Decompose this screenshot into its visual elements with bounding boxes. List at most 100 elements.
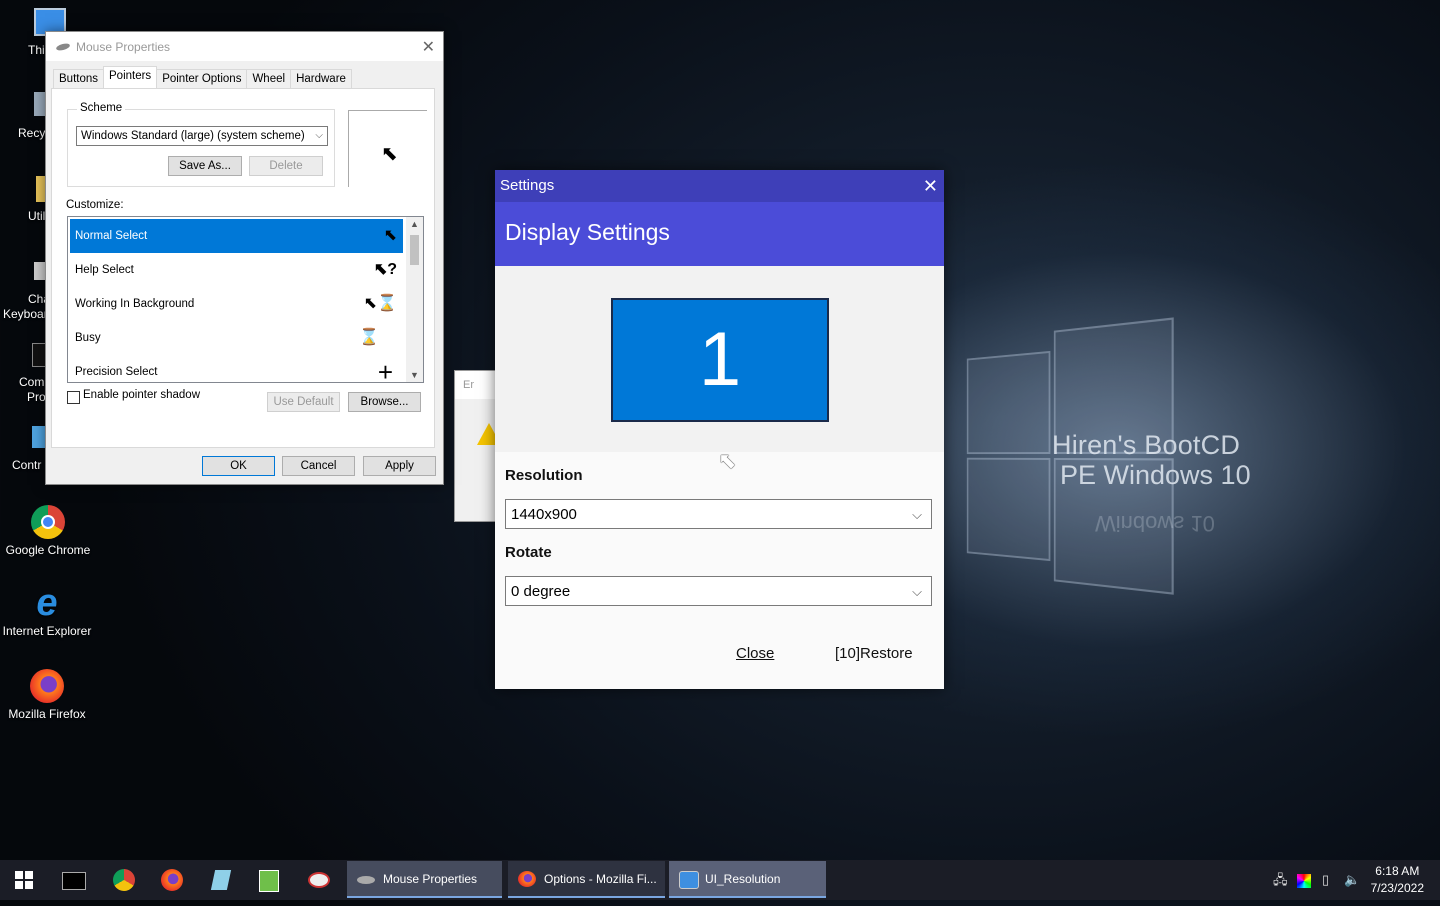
- desktop-icon-label: Internet Explorer: [2, 624, 92, 638]
- taskbar-cmd[interactable]: [50, 860, 98, 900]
- normal-select-cursor-icon: ⬉: [383, 227, 397, 244]
- restore-button[interactable]: [10]Restore: [835, 645, 913, 662]
- volume-muted-icon[interactable]: 🔈: [1344, 860, 1360, 900]
- scroll-up-icon[interactable]: ▲: [410, 219, 419, 229]
- tab-pointers[interactable]: Pointers: [103, 66, 158, 89]
- clock-time: 6:18 AM: [1375, 864, 1420, 878]
- close-icon[interactable]: ✕: [422, 37, 435, 57]
- firefox-icon: [161, 869, 183, 891]
- chrome-icon: [31, 505, 65, 539]
- desktop-label-command-2: Pro: [27, 390, 46, 404]
- pointers-tab-panel: Scheme Windows Standard (large) (system …: [51, 88, 435, 448]
- desktop-icon-google-chrome[interactable]: Google Chrome: [3, 505, 93, 557]
- tab-buttons[interactable]: Buttons: [53, 69, 104, 89]
- settings-titlebar[interactable]: Settings ✕: [495, 170, 944, 202]
- windows-logo-icon: [15, 871, 33, 889]
- taskbar-firefox[interactable]: [148, 860, 196, 900]
- save-as-button[interactable]: Save As...: [168, 156, 242, 176]
- desktop-label-this-pc: Thi: [28, 43, 45, 57]
- scheme-value: Windows Standard (large) (system scheme): [81, 130, 305, 142]
- cancel-button[interactable]: Cancel: [282, 456, 355, 476]
- resolution-select[interactable]: 1440x900 ⌵: [505, 499, 932, 529]
- monitor-tile[interactable]: 1: [611, 298, 829, 422]
- usb-icon[interactable]: ▯: [1322, 860, 1329, 900]
- desktop-icon-mozilla-firefox[interactable]: Mozilla Firefox: [2, 669, 92, 721]
- display-settings-icon: [679, 871, 699, 889]
- scroll-thumb[interactable]: [410, 235, 419, 265]
- desktop-icon-label: Mozilla Firefox: [8, 707, 86, 721]
- chevron-down-icon: ⌵: [912, 507, 922, 522]
- taskbar-paint[interactable]: [295, 860, 343, 900]
- close-icon[interactable]: ✕: [923, 170, 938, 202]
- restore-countdown: [10]: [835, 645, 861, 662]
- taskbar-task-mouse-properties[interactable]: Mouse Properties: [347, 861, 502, 898]
- scheme-label: Scheme: [77, 102, 126, 114]
- color-app-icon[interactable]: [1297, 860, 1311, 900]
- taskbar-clock[interactable]: 6:18 AM 7/23/2022: [1371, 863, 1424, 897]
- taskbar: Mouse Properties Options - Mozilla Fi...…: [0, 860, 1440, 900]
- list-item[interactable]: Precision Select +: [70, 355, 403, 383]
- browse-button[interactable]: Browse...: [348, 392, 421, 412]
- list-scrollbar[interactable]: ▲ ▼: [406, 217, 423, 382]
- tab-wheel[interactable]: Wheel: [246, 69, 292, 89]
- crosshair-icon: +: [377, 357, 393, 383]
- tab-hardware[interactable]: Hardware: [290, 69, 352, 89]
- settings-form: Resolution 1440x900 ⌵ Rotate 0 degree ⌵ …: [495, 452, 944, 689]
- help-select-cursor-icon: ⬉?: [373, 261, 397, 278]
- list-item-label: Precision Select: [75, 366, 158, 378]
- taskbar-task-ui-resolution[interactable]: UI_Resolution: [669, 861, 826, 898]
- mouse-properties-window[interactable]: Mouse Properties ✕ Buttons Pointers Poin…: [45, 31, 444, 485]
- wallpaper-title: Hiren's BootCD: [1052, 430, 1241, 460]
- rotate-select[interactable]: 0 degree ⌵: [505, 576, 932, 606]
- taskbar-chrome[interactable]: [100, 860, 148, 900]
- scroll-down-icon[interactable]: ▼: [410, 370, 419, 380]
- desktop-icon-internet-explorer[interactable]: e Internet Explorer: [2, 584, 92, 638]
- close-button[interactable]: Close: [736, 645, 774, 662]
- working-background-cursor-icon: ⬉⌛: [363, 295, 397, 312]
- pointer-shadow-checkbox[interactable]: [67, 391, 80, 404]
- settings-window[interactable]: Settings ✕ Display Settings 1 Resolution…: [495, 170, 944, 689]
- spreadsheet-icon: [259, 870, 279, 892]
- task-label: Mouse Properties: [383, 872, 478, 886]
- resolution-value: 1440x900: [511, 506, 577, 523]
- desktop-icon-control[interactable]: [32, 426, 46, 448]
- list-item[interactable]: Busy ⌛: [70, 321, 403, 355]
- delete-button[interactable]: Delete: [249, 156, 323, 176]
- mouse-icon: [55, 41, 71, 52]
- taskbar-notepad[interactable]: [197, 860, 245, 900]
- wallpaper-reflection: Windows 10: [1095, 511, 1215, 536]
- list-item-label: Help Select: [75, 264, 134, 276]
- desktop-icon-label: Google Chrome: [5, 543, 91, 557]
- apply-button[interactable]: Apply: [363, 456, 436, 476]
- desktop-label-keyboard-2: Keyboar: [3, 307, 48, 321]
- list-item-label: Busy: [75, 332, 101, 344]
- taskbar-task-firefox-options[interactable]: Options - Mozilla Fi...: [508, 861, 665, 898]
- list-item[interactable]: Working In Background ⬉⌛: [70, 287, 403, 321]
- network-icon[interactable]: 🖧: [1273, 860, 1288, 900]
- cursor-list[interactable]: Normal Select ⬉ Help Select ⬉? Working I…: [67, 216, 424, 383]
- list-item[interactable]: Help Select ⬉?: [70, 253, 403, 287]
- restore-label: Restore: [860, 645, 913, 662]
- rotate-value: 0 degree: [511, 583, 571, 600]
- window-title: Mouse Properties: [76, 39, 171, 54]
- notepad-icon: [210, 870, 232, 890]
- firefox-icon: [518, 871, 536, 887]
- scheme-select[interactable]: Windows Standard (large) (system scheme)…: [76, 126, 328, 146]
- wallpaper-subtitle: PE Windows 10: [1060, 460, 1251, 490]
- list-item-label: Normal Select: [75, 230, 148, 242]
- hourglass-icon: ⌛: [359, 329, 379, 346]
- chevron-down-icon: ⌵: [912, 584, 922, 599]
- chevron-down-icon: ⌵: [315, 130, 323, 141]
- ok-button[interactable]: OK: [202, 456, 275, 476]
- tab-pointer-options[interactable]: Pointer Options: [156, 69, 248, 89]
- start-button[interactable]: [0, 860, 48, 900]
- rotate-label: Rotate: [505, 544, 552, 561]
- page-title: Display Settings: [495, 202, 944, 266]
- list-item[interactable]: Normal Select ⬉: [70, 219, 403, 253]
- taskbar-tool[interactable]: [245, 860, 293, 900]
- mouse-properties-titlebar[interactable]: Mouse Properties ✕: [46, 32, 443, 61]
- task-label: UI_Resolution: [705, 872, 781, 886]
- use-default-button[interactable]: Use Default: [267, 392, 340, 412]
- window-title: Settings: [500, 177, 555, 194]
- resolution-label: Resolution: [505, 467, 583, 484]
